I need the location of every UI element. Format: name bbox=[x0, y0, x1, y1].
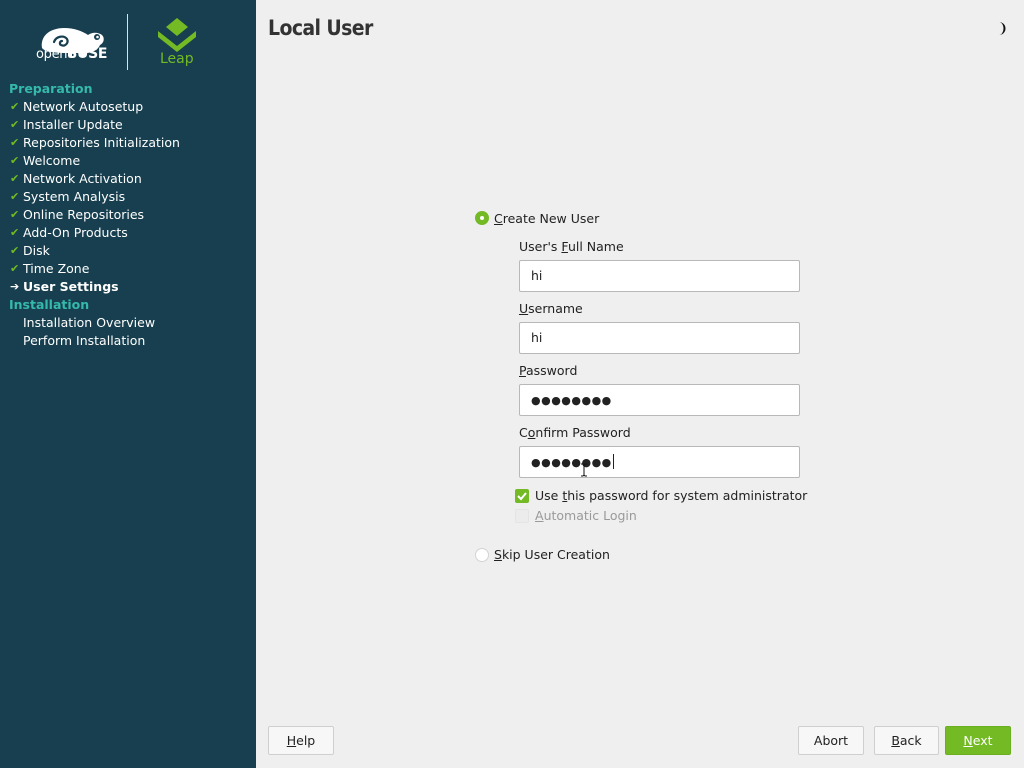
check-icon: ✔ bbox=[10, 226, 20, 239]
password-mask: ●●●●●●●● bbox=[531, 394, 612, 407]
section-preparation: Preparation bbox=[9, 81, 93, 96]
step-time-zone: ✔ Time Zone bbox=[10, 261, 90, 276]
step-perform-installation: Perform Installation bbox=[23, 333, 146, 348]
check-icon: ✔ bbox=[10, 118, 20, 131]
logo-divider bbox=[127, 14, 128, 70]
use-password-for-admin-label[interactable]: Use this password for system administrat… bbox=[535, 488, 807, 503]
arrow-right-icon: ➔ bbox=[10, 280, 20, 293]
opensuse-wordmark: openSUSE bbox=[36, 46, 108, 62]
step-welcome: ✔ Welcome bbox=[10, 153, 81, 168]
use-password-for-admin-checkbox[interactable] bbox=[515, 489, 529, 503]
check-icon: ✔ bbox=[10, 190, 20, 203]
username-label: Username bbox=[519, 301, 583, 316]
step-installation-overview: Installation Overview bbox=[23, 315, 156, 330]
logo-area: openSUSE Leap bbox=[0, 0, 256, 80]
installer-sidebar: openSUSE Leap Preparation ✔ Network Autos… bbox=[0, 0, 256, 768]
half-moon-icon[interactable] bbox=[995, 21, 1008, 36]
leap-wordmark: Leap bbox=[160, 51, 194, 67]
check-icon: ✔ bbox=[10, 244, 20, 257]
check-icon: ✔ bbox=[10, 208, 20, 221]
step-add-on-products: ✔ Add-On Products bbox=[10, 225, 128, 240]
skip-user-creation-radio[interactable] bbox=[475, 548, 489, 562]
step-network-activation: ✔ Network Activation bbox=[10, 171, 142, 186]
confirm-password-label: Confirm Password bbox=[519, 425, 631, 440]
next-button[interactable]: Next bbox=[945, 726, 1011, 755]
check-icon: ✔ bbox=[10, 172, 20, 185]
password-input[interactable]: ●●●●●●●● bbox=[519, 384, 800, 416]
step-user-settings: ➔ User Settings bbox=[10, 279, 119, 294]
help-button[interactable]: Help bbox=[268, 726, 334, 755]
step-online-repositories: ✔ Online Repositories bbox=[10, 207, 145, 222]
automatic-login-checkbox bbox=[515, 509, 529, 523]
step-network-autosetup: ✔ Network Autosetup bbox=[10, 99, 144, 114]
create-new-user-label[interactable]: Create New User bbox=[494, 211, 599, 226]
page-title: Local User bbox=[268, 16, 373, 40]
step-repositories-initialization: ✔ Repositories Initialization bbox=[10, 135, 180, 150]
skip-user-creation-label[interactable]: Skip User Creation bbox=[494, 547, 610, 562]
main-content: Local User Create New User User's Full N… bbox=[256, 0, 1024, 768]
step-installer-update: ✔ Installer Update bbox=[10, 117, 123, 132]
check-icon: ✔ bbox=[10, 154, 20, 167]
full-name-input[interactable]: hi bbox=[519, 260, 800, 292]
check-icon: ✔ bbox=[10, 262, 20, 275]
step-system-analysis: ✔ System Analysis bbox=[10, 189, 126, 204]
ibeam-cursor-icon bbox=[581, 463, 587, 477]
step-disk: ✔ Disk bbox=[10, 243, 50, 258]
text-caret bbox=[612, 454, 614, 469]
section-installation: Installation bbox=[9, 297, 90, 312]
full-name-label: User's Full Name bbox=[519, 239, 624, 254]
checkmark-icon bbox=[517, 492, 527, 501]
back-button[interactable]: Back bbox=[874, 726, 939, 755]
automatic-login-label: Automatic Login bbox=[535, 508, 637, 523]
password-label: Password bbox=[519, 363, 578, 378]
check-icon: ✔ bbox=[10, 136, 20, 149]
leap-logo bbox=[158, 18, 196, 52]
abort-button[interactable]: Abort bbox=[798, 726, 864, 755]
username-input[interactable]: hi bbox=[519, 322, 800, 354]
create-new-user-radio[interactable] bbox=[475, 211, 489, 225]
installation-steps: Preparation ✔ Network Autosetup ✔ Installe… bbox=[0, 80, 256, 350]
confirm-password-input[interactable]: ●●●●●●●● bbox=[519, 446, 800, 478]
confirm-password-mask: ●●●●●●●● bbox=[531, 456, 612, 469]
check-icon: ✔ bbox=[10, 100, 20, 113]
